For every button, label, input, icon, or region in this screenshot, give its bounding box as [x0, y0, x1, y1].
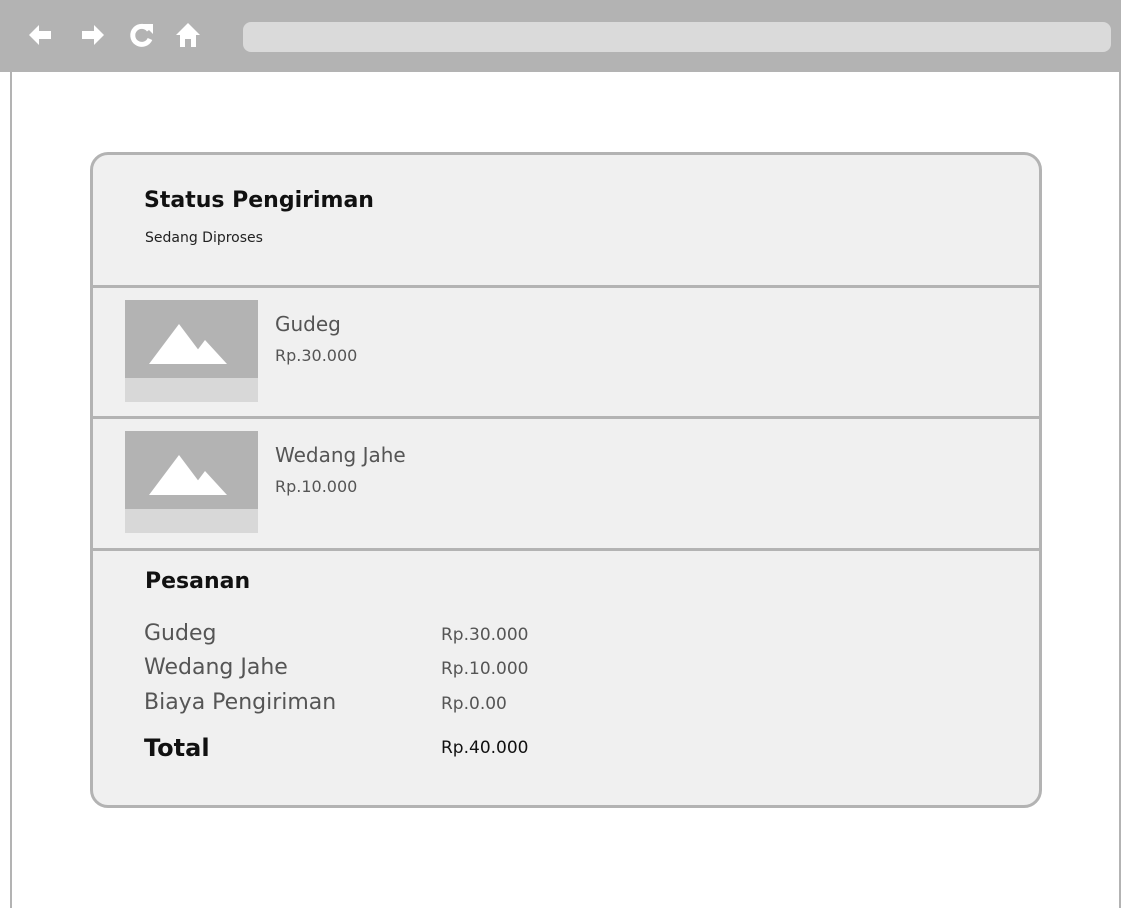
forward-arrow-icon[interactable]: [80, 22, 106, 48]
item-price: Rp.10.000: [275, 477, 358, 496]
item-price: Rp.30.000: [275, 346, 358, 365]
total-label: Total: [144, 734, 210, 762]
summary-label: Gudeg: [144, 621, 217, 646]
item-name: Wedang Jahe: [275, 443, 406, 467]
status-title: Status Pengiriman: [144, 188, 374, 213]
divider: [93, 548, 1039, 551]
window-frame-left: [10, 72, 12, 908]
total-value: Rp.40.000: [441, 738, 529, 758]
order-item[interactable]: Wedang Jahe Rp.10.000: [93, 419, 1039, 547]
summary-value: Rp.30.000: [441, 625, 529, 645]
item-name: Gudeg: [275, 312, 341, 336]
summary-value: Rp.10.000: [441, 659, 529, 679]
address-bar[interactable]: [243, 22, 1111, 52]
order-card: Status Pengiriman Sedang Diproses Gudeg …: [90, 152, 1042, 808]
summary-value: Rp.0.00: [441, 694, 507, 714]
image-placeholder-icon: [125, 300, 258, 402]
back-arrow-icon[interactable]: [27, 22, 53, 48]
status-value: Sedang Diproses: [145, 230, 263, 246]
order-item[interactable]: Gudeg Rp.30.000: [93, 288, 1039, 416]
browser-toolbar: [0, 0, 1121, 72]
summary-label: Wedang Jahe: [144, 655, 288, 680]
summary-label: Biaya Pengiriman: [144, 690, 337, 715]
home-icon[interactable]: [175, 22, 201, 48]
image-placeholder-icon: [125, 431, 258, 533]
reload-icon[interactable]: [129, 22, 155, 48]
order-summary-title: Pesanan: [145, 569, 251, 594]
